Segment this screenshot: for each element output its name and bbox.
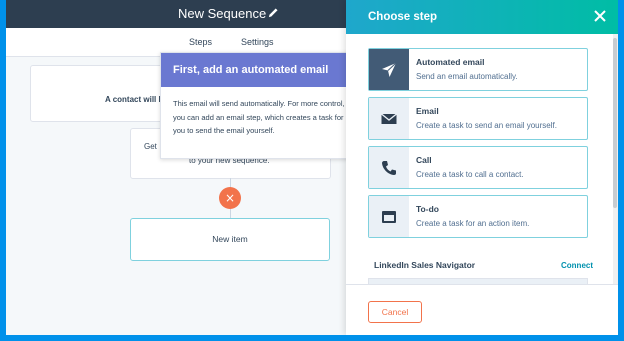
enrollment-text: A contact will b [105, 95, 164, 104]
linkedin-connect-link[interactable]: Connect [561, 261, 593, 270]
step-name: Automated email [416, 57, 485, 67]
step-icon-box [369, 49, 409, 90]
sequence-title[interactable]: New Sequence [178, 6, 266, 21]
tab-settings[interactable]: Settings [241, 37, 274, 47]
step-option-automated-email[interactable]: Automated email Send an email automatica… [368, 48, 588, 91]
step-icon-box [369, 147, 409, 188]
step-icon-box [369, 98, 409, 139]
step-description: Send an email automatically. [416, 72, 518, 81]
task-icon [382, 211, 396, 223]
step-option-call[interactable]: Call Create a task to call a contact. [368, 146, 588, 189]
envelope-icon [381, 113, 397, 124]
panel-header: Choose step [346, 0, 618, 34]
step-option-todo[interactable]: To-do Create a task for an action item. [368, 195, 588, 238]
step-description: Create a task to call a contact. [416, 170, 524, 179]
new-item-card[interactable]: New item [130, 218, 330, 261]
pencil-icon[interactable] [268, 7, 279, 18]
panel-footer: Cancel [346, 284, 618, 335]
step-name: Email [416, 106, 439, 116]
choose-step-panel: Choose step Automated email Send an emai… [346, 0, 618, 335]
step-description: Create a task for an action item. [416, 219, 530, 228]
tooltip-body: This email will send automatically. For … [173, 99, 345, 135]
tooltip-title: First, add an automated email [173, 64, 329, 76]
sequence-header: New Sequence [6, 0, 346, 28]
cancel-button[interactable]: Cancel [368, 301, 422, 323]
panel-title: Choose step [368, 11, 438, 23]
paper-plane-icon [382, 62, 397, 77]
linkedin-section-title: LinkedIn Sales Navigator [374, 260, 476, 270]
step-name: Call [416, 155, 432, 165]
close-icon[interactable] [592, 8, 608, 24]
onboarding-tooltip: First, add an automated email This email… [160, 52, 371, 159]
step-name: To-do [416, 204, 439, 214]
prompt-text-line1: Get [144, 142, 157, 151]
tab-steps[interactable]: Steps [189, 37, 212, 47]
panel-scroll-thumb[interactable] [613, 38, 617, 208]
app-frame: New Sequence Steps Settings A contact wi… [6, 0, 618, 335]
tooltip-header: First, add an automated email [161, 53, 360, 87]
step-option-email[interactable]: Email Create a task to send an email you… [368, 97, 588, 140]
phone-icon [382, 161, 396, 175]
new-item-label: New item [212, 234, 248, 244]
step-description: Create a task to send an email yourself. [416, 121, 557, 130]
remove-step-button[interactable]: × [219, 187, 241, 209]
step-icon-box [369, 196, 409, 237]
panel-body: Automated email Send an email automatica… [346, 34, 618, 284]
